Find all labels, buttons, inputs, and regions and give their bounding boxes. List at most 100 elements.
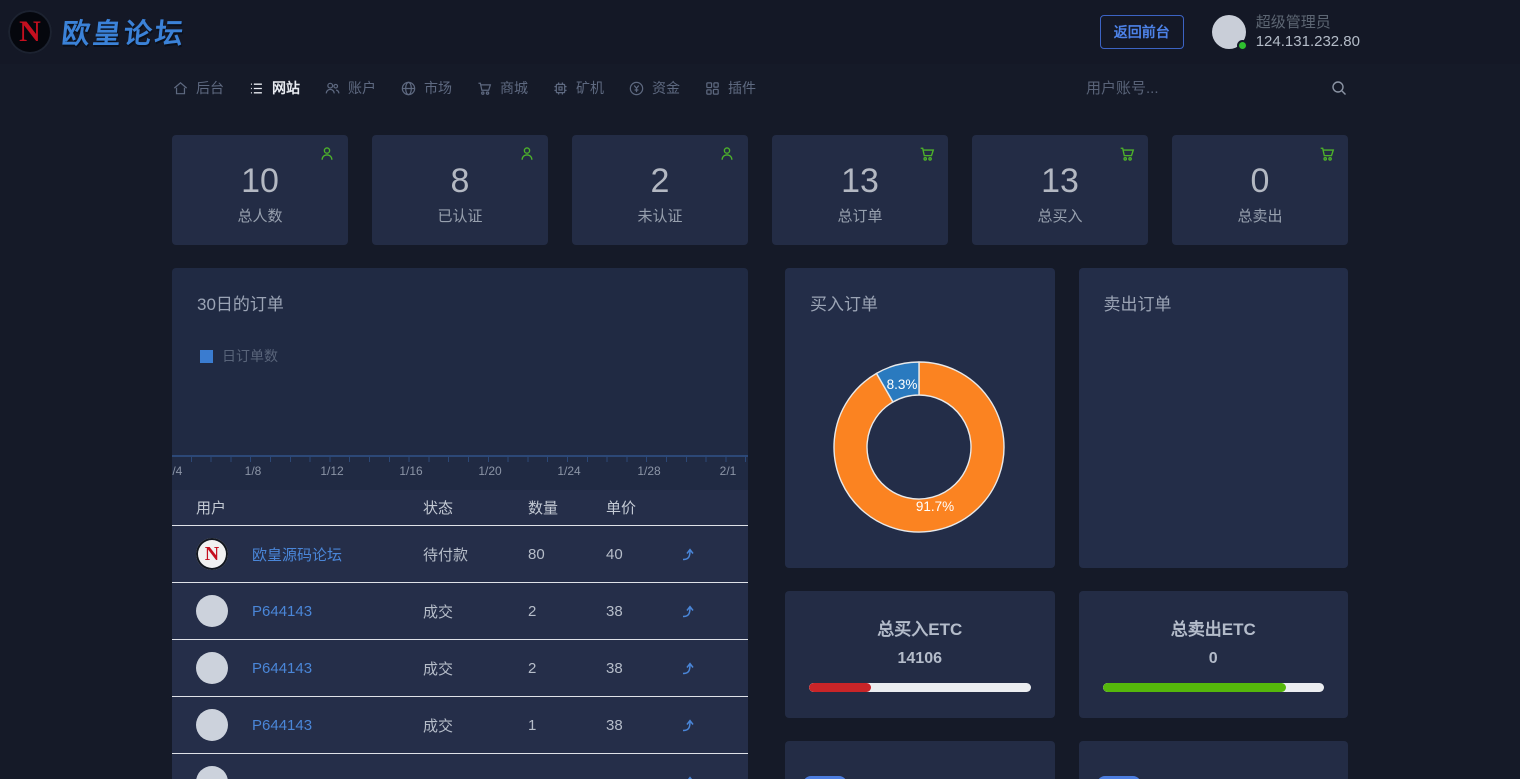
- user-avatar[interactable]: [1212, 15, 1246, 49]
- money-cards-row: ¥ 30448 ¥ ¥ 0 ¥: [785, 741, 1348, 779]
- search-box: [1086, 79, 1348, 97]
- order-detail-arrow-icon[interactable]: [679, 717, 748, 733]
- x-tick-label: 1/12: [320, 464, 343, 478]
- etc-card-title: 总卖出ETC: [1079, 615, 1349, 640]
- money-card-sell: ¥ 0 ¥: [1079, 741, 1349, 779]
- table-row[interactable]: P644143 成交 1 38: [172, 697, 748, 754]
- column-header-price: 单价: [606, 497, 679, 518]
- progress-fill: [809, 683, 871, 692]
- chart-title: 30日的订单: [197, 290, 284, 315]
- table-row[interactable]: P644143 成交 2 38: [172, 640, 748, 697]
- chart-legend: 日订单数: [200, 346, 278, 366]
- order-qty: 2: [528, 660, 606, 677]
- column-header-status: 状态: [423, 497, 528, 518]
- stat-value: 0: [1251, 162, 1270, 201]
- nav-item-plugins[interactable]: 插件: [704, 78, 756, 98]
- person-icon: [718, 145, 736, 163]
- main-content: 10 总人数 8 已认证 2 未认证 13 总订单 13 总买入 0 总卖出: [172, 135, 1348, 779]
- stat-value: 10: [241, 162, 279, 201]
- user-chip[interactable]: 超级管理员 124.131.232.80: [1212, 13, 1360, 52]
- user-ip: 124.131.232.80: [1256, 32, 1360, 52]
- nav-item-website[interactable]: 网站: [248, 78, 300, 98]
- cart-icon: [918, 145, 936, 163]
- order-detail-arrow-icon[interactable]: [679, 603, 748, 619]
- user-link[interactable]: P644143: [252, 603, 312, 620]
- etc-cards-row: 总买入ETC 14106 总卖出ETC 0: [785, 591, 1348, 718]
- right-column: 买入订单 8.3% 91.7% 卖出订单 总买: [785, 268, 1348, 779]
- logo-wordmark: 欧皇论坛: [60, 12, 188, 52]
- order-detail-arrow-icon[interactable]: [679, 774, 748, 779]
- x-tick-label: 1/20: [478, 464, 501, 478]
- person-icon: [518, 145, 536, 163]
- column-header-user: 用户: [196, 497, 423, 518]
- table-row[interactable]: [172, 754, 748, 779]
- plugin-icon: [704, 80, 721, 97]
- stat-card-total-orders: 13 总订单: [772, 135, 948, 245]
- x-tick-label: 1/16: [399, 464, 422, 478]
- nav-item-accounts[interactable]: 账户: [324, 78, 376, 98]
- stats-row: 10 总人数 8 已认证 2 未认证 13 总订单 13 总买入 0 总卖出: [172, 135, 1348, 245]
- order-price: 38: [606, 603, 679, 620]
- user-link[interactable]: 欧皇源码论坛: [252, 544, 342, 565]
- table-row[interactable]: N 欧皇源码论坛 待付款 80 40: [172, 526, 748, 583]
- stat-label: 总卖出: [1237, 205, 1282, 226]
- orders-table: 用户 状态 数量 单价 N 欧皇源码论坛 待付款 80 40: [172, 490, 748, 779]
- logo[interactable]: N 欧皇论坛: [8, 10, 186, 54]
- user-avatar: N: [196, 538, 228, 570]
- progress-bar: [809, 683, 1031, 692]
- column-header-qty: 数量: [528, 497, 606, 518]
- user-role: 超级管理员: [1256, 13, 1360, 33]
- stat-label: 未认证: [637, 205, 682, 226]
- user-link[interactable]: P644143: [252, 660, 312, 677]
- legend-label: 日订单数: [222, 346, 278, 366]
- nav-item-miners[interactable]: 矿机: [552, 78, 604, 98]
- stat-value: 13: [841, 162, 879, 201]
- etc-card-title: 总买入ETC: [785, 615, 1055, 640]
- person-icon: [318, 145, 336, 163]
- stat-card-total-sell: 0 总卖出: [1172, 135, 1348, 245]
- nav-items: 后台 网站 账户 市场 商城 矿机 资金 插件: [172, 78, 756, 98]
- user-avatar: [196, 652, 228, 684]
- stat-label: 总买入: [1037, 205, 1082, 226]
- search-input[interactable]: [1086, 80, 1306, 97]
- nav-item-mall[interactable]: 商城: [476, 78, 528, 98]
- legend-swatch: [200, 350, 213, 363]
- order-price: 38: [606, 660, 679, 677]
- nav-item-backend[interactable]: 后台: [172, 78, 224, 98]
- buy-orders-title: 买入订单: [810, 290, 878, 315]
- nav-item-market[interactable]: 市场: [400, 78, 452, 98]
- table-row[interactable]: P644143 成交 2 38: [172, 583, 748, 640]
- home-icon: [172, 80, 189, 97]
- total-buy-etc-card: 总买入ETC 14106: [785, 591, 1055, 718]
- etc-card-value: 14106: [785, 650, 1055, 668]
- x-axis-labels: 1/4 1/8 1/12 1/16 1/20 1/24 1/28 2/1: [172, 464, 748, 486]
- cart-icon: [1318, 145, 1336, 163]
- stat-card-verified: 8 已认证: [372, 135, 548, 245]
- order-qty: 80: [528, 546, 606, 563]
- nav-label: 商城: [500, 78, 528, 98]
- sell-orders-title: 卖出订单: [1104, 290, 1172, 315]
- money-card-buy: ¥ 30448 ¥: [785, 741, 1055, 779]
- donut-label-major: 91.7%: [916, 499, 954, 514]
- x-tick-label: 1/8: [245, 464, 262, 478]
- x-axis-ticks: [172, 457, 748, 462]
- search-icon[interactable]: [1330, 79, 1348, 97]
- user-avatar: [196, 709, 228, 741]
- order-price: 40: [606, 546, 679, 563]
- buy-orders-donut-chart: 8.3% 91.7%: [831, 359, 1007, 535]
- nav-item-funds[interactable]: 资金: [628, 78, 680, 98]
- user-link[interactable]: P644143: [252, 717, 312, 734]
- order-status: 成交: [423, 601, 528, 622]
- user-meta: 超级管理员 124.131.232.80: [1256, 13, 1360, 52]
- chip-icon: [552, 80, 569, 97]
- nav-label: 矿机: [576, 78, 604, 98]
- donut-label-minor: 8.3%: [887, 377, 918, 392]
- stat-label: 已认证: [437, 205, 482, 226]
- nav-label: 账户: [348, 78, 376, 98]
- stat-label: 总人数: [237, 205, 282, 226]
- order-detail-arrow-icon[interactable]: [679, 546, 748, 562]
- users-icon: [324, 80, 341, 97]
- progress-fill: [1103, 683, 1287, 692]
- back-to-front-button[interactable]: 返回前台: [1100, 15, 1184, 49]
- order-detail-arrow-icon[interactable]: [679, 660, 748, 676]
